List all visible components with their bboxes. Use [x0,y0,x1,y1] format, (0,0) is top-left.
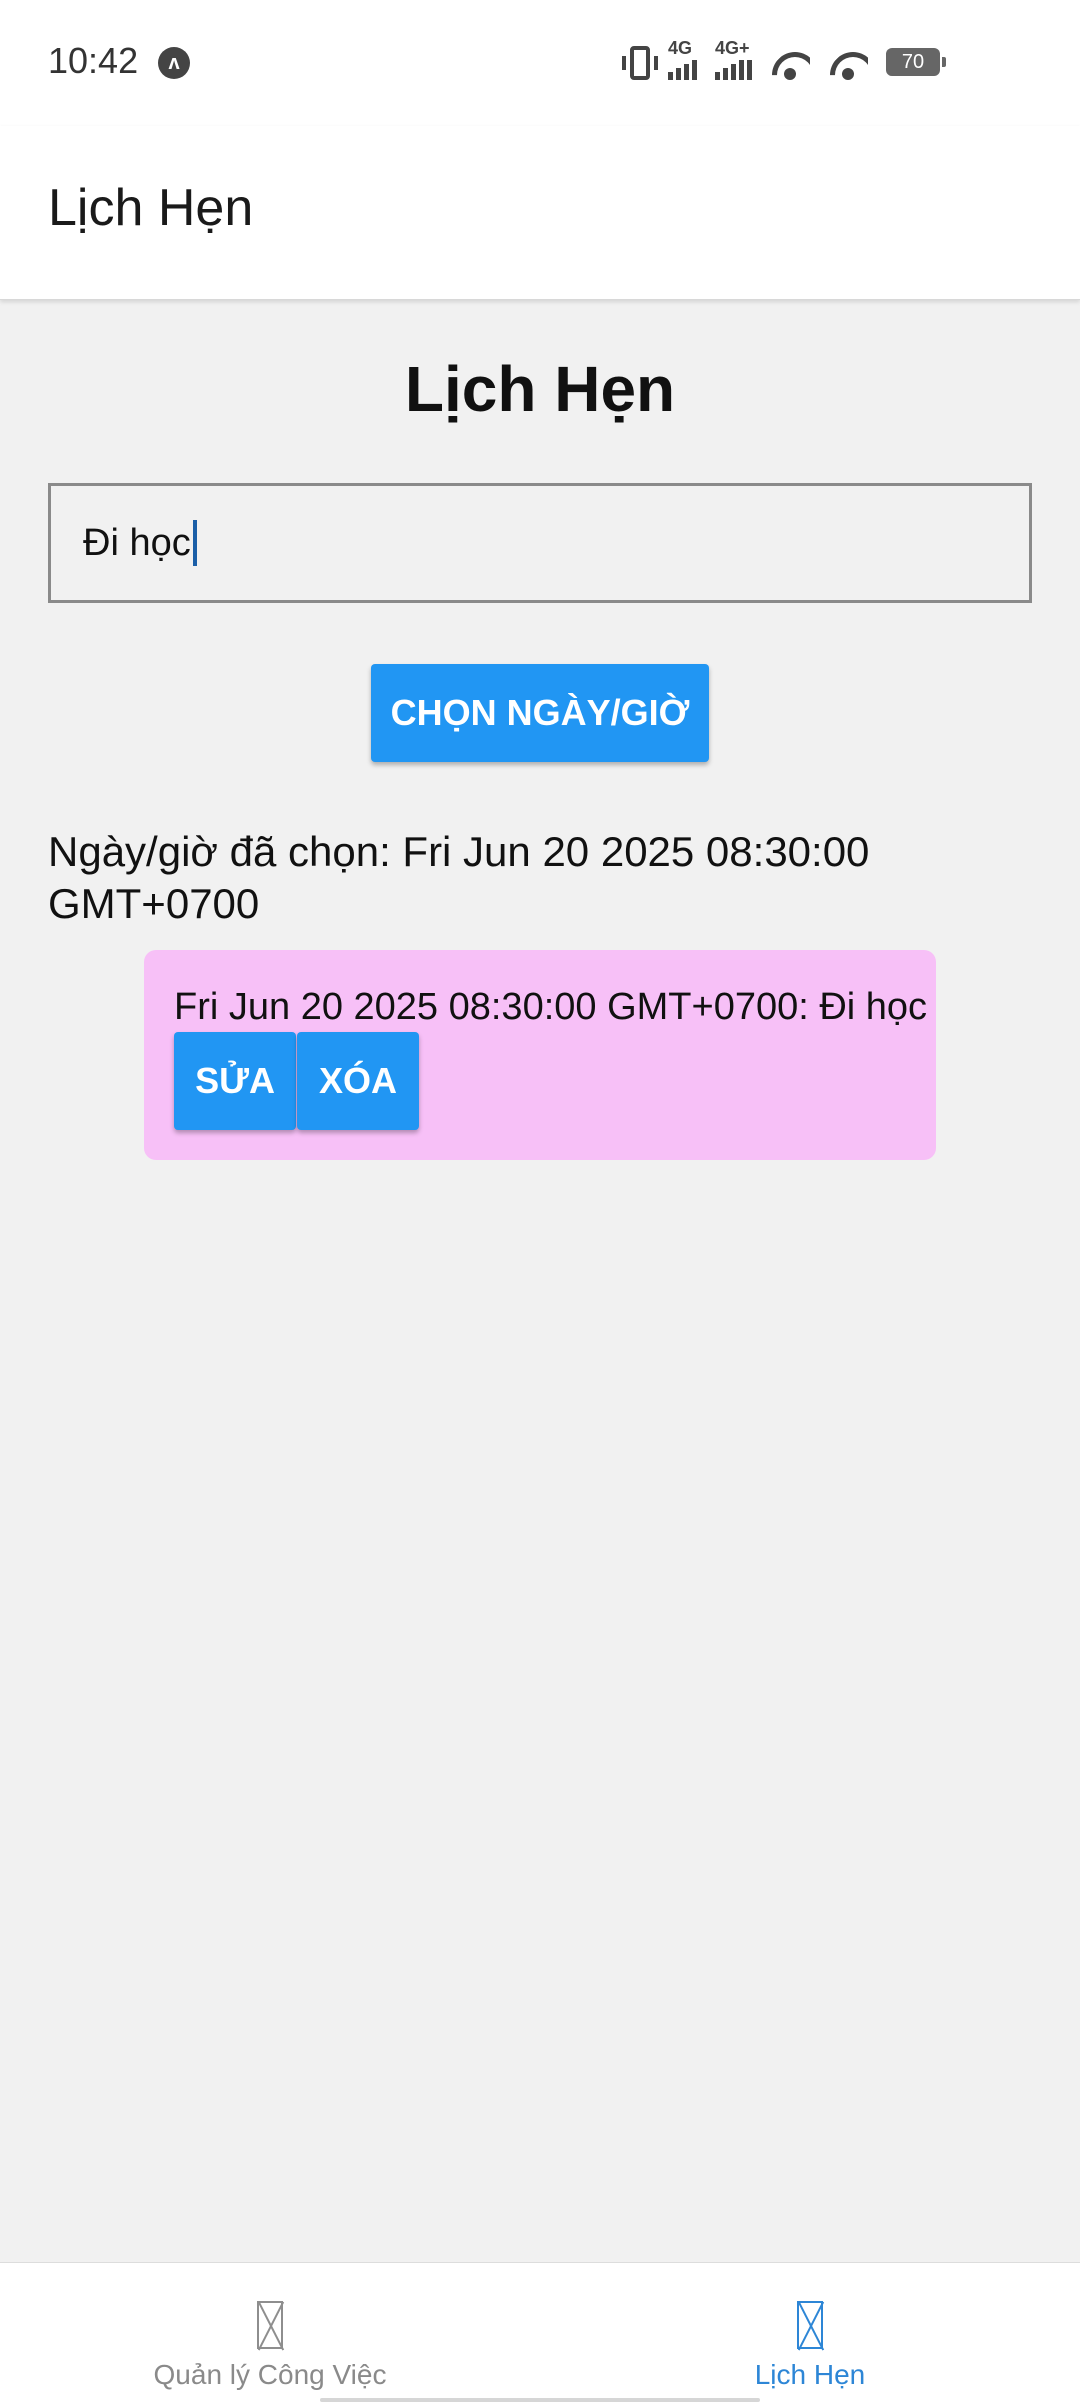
appointment-card: Fri Jun 20 2025 08:30:00 GMT+0700: Đi họ… [144,950,936,1160]
home-indicator [320,2398,760,2402]
tab-task-management[interactable]: Quản lý Công Việc [0,2263,540,2408]
appointment-title-input[interactable]: Đi học [48,483,1032,603]
missing-glyph-icon [797,2301,823,2349]
wifi-icon [770,44,810,80]
delete-button[interactable]: XÓA [297,1032,419,1130]
app-notification-icon: ʌ [158,47,190,79]
bottom-nav: Quản lý Công Việc Lịch Hẹn [0,2262,1080,2408]
status-icons: 4G 4G+ 70 [622,38,946,80]
signal-4g-icon: 4G [668,38,697,80]
app-header: Lịch Hẹn [0,126,1080,300]
pick-datetime-button[interactable]: CHỌN NGÀY/GIỜ [371,664,709,762]
missing-glyph-icon [257,2301,283,2349]
vibrate-icon [622,44,658,80]
edit-button[interactable]: SỬA [174,1032,296,1130]
wifi-icon [828,44,868,80]
tab-appointments[interactable]: Lịch Hẹn [540,2263,1080,2408]
tab-label: Quản lý Công Việc [153,2359,387,2390]
text-caret [192,520,197,566]
signal-4g-plus-icon: 4G+ [715,38,752,80]
tab-label: Lịch Hẹn [754,2359,866,2390]
page-title: Lịch Hẹn [404,353,676,425]
status-bar: 10:42 ʌ 4G 4G+ 70 [0,0,1080,126]
battery-icon: 70 [886,48,946,76]
header-title: Lịch Hẹn [48,179,254,237]
appointment-text: Fri Jun 20 2025 08:30:00 GMT+0700: Đi họ… [174,986,928,1028]
status-time: 10:42 [48,40,139,81]
input-value: Đi học [83,521,191,564]
selected-datetime-text: Ngày/giờ đã chọn: Fri Jun 20 2025 08:30:… [48,828,870,927]
